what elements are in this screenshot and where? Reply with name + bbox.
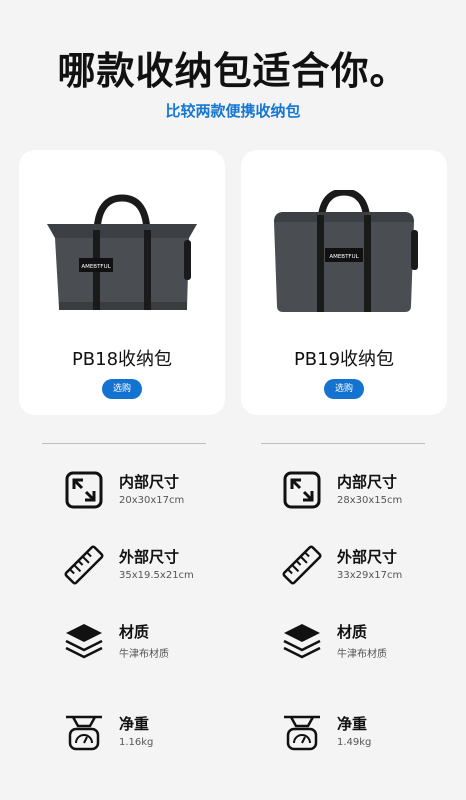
- divider: [42, 443, 206, 444]
- buy-button-pb19[interactable]: 选购: [324, 379, 364, 399]
- ruler-icon: [282, 545, 322, 585]
- scale-icon: [284, 715, 320, 751]
- spec-weight: 净重 1.16kg: [64, 712, 264, 762]
- spec-value: 牛津布材质: [337, 649, 387, 660]
- page-title: 哪款收纳包适合你。: [57, 49, 409, 93]
- pb18-bag-image: AMEBTFUL: [47, 194, 197, 310]
- spec-value: 1.16kg: [119, 737, 154, 748]
- spec-value: 28x30x15cm: [337, 495, 403, 506]
- brand-tag: AMEBTFUL: [329, 254, 359, 260]
- spec-label: 净重: [337, 715, 368, 733]
- spec-label: 内部尺寸: [337, 473, 398, 491]
- spec-outer-size: 外部尺寸 33x29x17cm: [282, 545, 466, 595]
- spec-weight: 净重 1.49kg: [282, 712, 466, 762]
- buy-button-pb18[interactable]: 选购: [102, 379, 142, 399]
- spec-material: 材质 牛津布材质: [282, 620, 466, 670]
- pb19-bag-image: AMEBTFUL: [274, 190, 418, 312]
- spec-label: 外部尺寸: [119, 548, 180, 566]
- brand-tag: AMEBTFUL: [81, 264, 111, 270]
- spec-outer-size: 外部尺寸 35x19.5x21cm: [64, 545, 264, 595]
- inner-size-icon: [65, 471, 103, 509]
- layers-icon: [65, 624, 103, 659]
- product-card-pb18[interactable]: AMEBTFUL PB18收纳包 选购: [19, 150, 225, 415]
- scale-icon: [66, 715, 102, 751]
- spec-value: 33x29x17cm: [337, 570, 403, 581]
- spec-label: 材质: [337, 623, 368, 641]
- product-name: PB18收纳包: [71, 349, 173, 370]
- product-name: PB19收纳包: [293, 349, 395, 370]
- divider: [261, 443, 425, 444]
- spec-label: 净重: [119, 715, 150, 733]
- spec-value: 1.49kg: [337, 737, 372, 748]
- spec-label: 内部尺寸: [119, 473, 180, 491]
- inner-size-icon: [283, 471, 321, 509]
- spec-value: 20x30x17cm: [119, 495, 185, 506]
- spec-value: 牛津布材质: [119, 649, 169, 660]
- spec-label: 材质: [119, 623, 150, 641]
- ruler-icon: [64, 545, 104, 585]
- page-subtitle: 比较两款便携收纳包: [165, 102, 301, 120]
- spec-value: 35x19.5x21cm: [119, 570, 194, 581]
- spec-material: 材质 牛津布材质: [64, 620, 264, 670]
- spec-inner-size: 内部尺寸 28x30x15cm: [282, 470, 466, 520]
- product-card-pb19[interactable]: AMEBTFUL PB19收纳包 选购: [241, 150, 447, 415]
- spec-inner-size: 内部尺寸 20x30x17cm: [64, 470, 264, 520]
- layers-icon: [283, 624, 321, 659]
- spec-label: 外部尺寸: [337, 548, 398, 566]
